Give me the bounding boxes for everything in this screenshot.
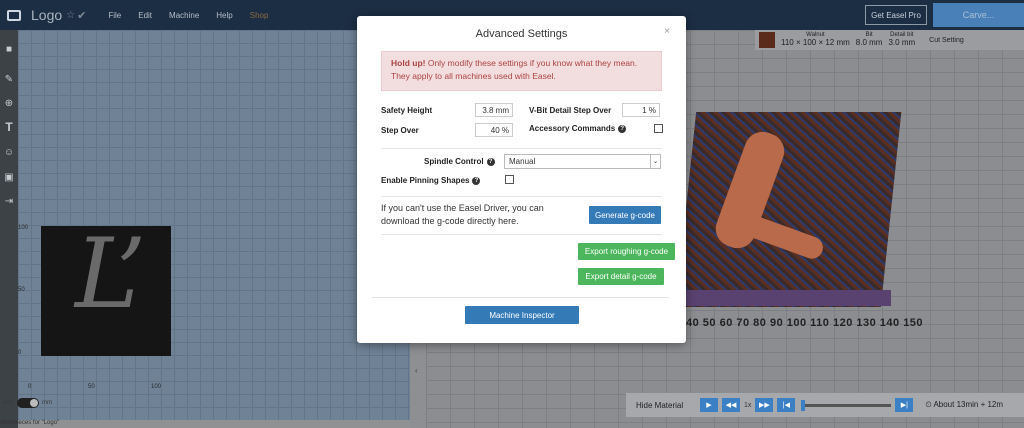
cut-settings-button[interactable]: Cut Setting	[929, 37, 964, 44]
carve-button[interactable]: Carve...	[933, 3, 1024, 27]
design-canvas[interactable]: 100 50 0 0 50 100 L’ + − ⌂	[18, 30, 424, 428]
chevron-down-icon: ⌄	[650, 155, 660, 168]
progress-slider[interactable]	[801, 399, 892, 411]
divider	[381, 234, 662, 235]
shapes-icon[interactable]: ■	[2, 42, 16, 56]
menu-shop[interactable]: Shop	[250, 11, 269, 20]
spindle-select[interactable]: Manual ⌄	[504, 154, 661, 169]
workpiece[interactable]: L’	[41, 226, 171, 356]
accessory-checkbox[interactable]	[654, 124, 663, 133]
spindle-label: Spindle Control?	[424, 157, 495, 166]
units-switch[interactable]	[17, 398, 40, 408]
pinning-checkbox[interactable]	[505, 175, 514, 184]
play-icon[interactable]: ▶	[700, 398, 718, 412]
divider	[372, 297, 669, 298]
import-icon[interactable]: ⇥	[2, 194, 16, 208]
skip-end-icon[interactable]: ▶|	[895, 398, 914, 412]
step-over-input[interactable]: 40 %	[475, 123, 513, 137]
text-icon[interactable]: T	[2, 120, 16, 134]
machine-inspector-button[interactable]: Machine Inspector	[465, 306, 579, 324]
hide-material-button[interactable]: Hide Material	[636, 401, 696, 410]
accessory-label: Accessory Commands?	[529, 124, 627, 133]
speed-label[interactable]: 1x	[744, 402, 751, 409]
app-icon[interactable]	[7, 9, 21, 21]
target-icon[interactable]: ⊕	[2, 96, 16, 110]
vbit-label: V-Bit Detail Step Over	[529, 106, 612, 115]
units-mm-label: mm	[42, 400, 53, 406]
divider	[381, 148, 662, 149]
menu-file[interactable]: File	[108, 11, 121, 20]
help-icon: ?	[486, 157, 495, 166]
detail-bit-info[interactable]: Detail bit 3.0 mm	[888, 32, 915, 47]
box-icon[interactable]: ▣	[2, 170, 16, 184]
advanced-settings-modal: Advanced Settings × Hold up! Only modify…	[357, 16, 686, 343]
emoji-icon[interactable]: ☺	[2, 145, 16, 159]
collapse-icon[interactable]: ‹	[415, 366, 418, 375]
gcode-description: If you can't use the Easel Driver, you c…	[381, 203, 544, 226]
help-icon: ?	[618, 124, 627, 133]
menu-help[interactable]: Help	[216, 11, 232, 20]
skip-back-icon[interactable]: |◀	[777, 398, 796, 412]
units-toggle: inch mm	[0, 397, 120, 409]
horizontal-ruler: 0 50 100	[28, 384, 162, 390]
simulation-bar: Hide Material ▶ ◀◀ 1x ▶▶ |◀ ▶| ⏲ About 1…	[626, 393, 1024, 417]
material-swatch[interactable]	[759, 32, 775, 48]
safety-height-label: Safety Height	[381, 106, 433, 115]
help-icon: ?	[472, 176, 481, 185]
safety-height-input[interactable]: 3.8 mm	[475, 103, 513, 117]
toolpath-board	[675, 112, 902, 307]
tool-sidebar: ■ ✎ ⊕ T ☺ ▣ ⇥	[0, 30, 18, 428]
units-inch-label: inch	[3, 400, 15, 406]
vbit-input[interactable]: 1 %	[622, 103, 660, 117]
pen-icon[interactable]: ✎	[2, 72, 16, 86]
menu-machine[interactable]: Machine	[169, 11, 199, 20]
fast-forward-icon[interactable]: ▶▶	[755, 398, 774, 412]
time-estimate: ⏲ About 13min + 12m	[925, 400, 1004, 409]
menu-bar: File Edit Machine Help Shop	[108, 11, 285, 20]
logo-glyph[interactable]: L’	[75, 226, 146, 322]
step-over-label: Step Over	[381, 126, 419, 135]
warning-alert: Hold up! Only modify these settings if y…	[381, 51, 662, 91]
export-detail-button[interactable]: Export detail g-code	[578, 268, 664, 285]
menu-edit[interactable]: Edit	[138, 11, 152, 20]
x-axis-labels: 40 50 60 70 80 90 100 110 120 130 140 15…	[686, 317, 924, 329]
get-pro-button[interactable]: Get Easel Pro	[865, 5, 927, 25]
check-icon: ✔	[77, 9, 87, 22]
modal-title: Advanced Settings	[475, 28, 568, 40]
project-title[interactable]: Logo	[31, 7, 62, 23]
generate-gcode-button[interactable]: Generate g-code	[589, 206, 661, 224]
board-side	[686, 290, 891, 306]
material-info[interactable]: Walnut 110 × 100 × 12 mm	[781, 32, 850, 47]
vertical-ruler: 100 50 0	[18, 225, 29, 356]
star-icon[interactable]: ☆	[66, 10, 75, 21]
workpieces-status: Workpieces for "Logo"	[0, 420, 60, 426]
pinning-label: Enable Pinning Shapes?	[381, 176, 481, 185]
divider	[381, 196, 662, 197]
material-bar: Walnut 110 × 100 × 12 mm Bit 8.0 mm Deta…	[755, 30, 1024, 50]
export-roughing-button[interactable]: Export roughing g-code	[578, 243, 675, 260]
bit-info[interactable]: Bit 8.0 mm	[856, 32, 883, 47]
close-icon[interactable]: ×	[664, 26, 670, 37]
rewind-icon[interactable]: ◀◀	[722, 398, 740, 412]
